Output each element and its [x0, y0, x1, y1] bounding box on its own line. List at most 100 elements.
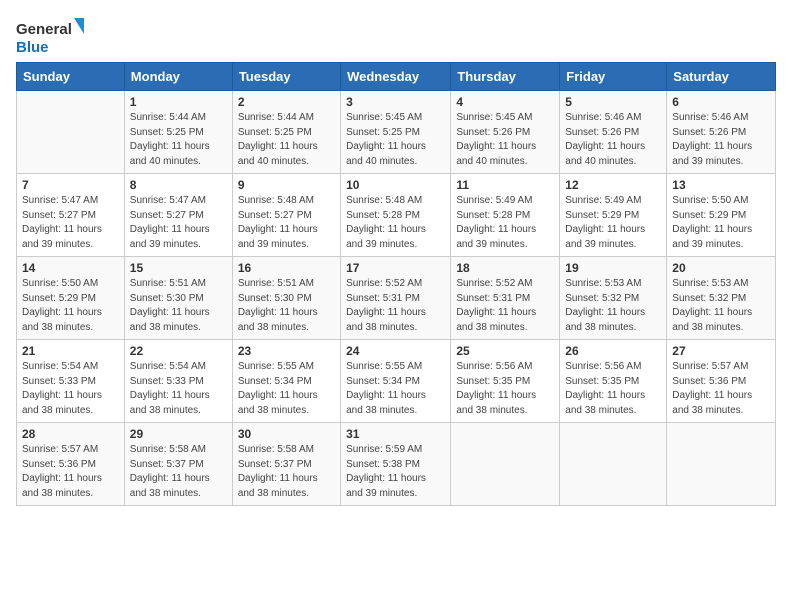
logo: General Blue [16, 16, 86, 58]
header-friday: Friday [560, 63, 667, 91]
calendar-week-1: 1 Sunrise: 5:44 AM Sunset: 5:25 PM Daylig… [17, 91, 776, 174]
day-info: Sunrise: 5:50 AM Sunset: 5:29 PM Dayligh… [22, 277, 119, 335]
svg-text:General: General [16, 21, 72, 38]
day-info: Sunrise: 5:59 AM Sunset: 5:38 PM Dayligh… [346, 443, 445, 501]
day-number: 31 [346, 427, 445, 441]
day-number: 13 [672, 178, 770, 192]
page-header: General Blue [16, 16, 776, 58]
day-info: Sunrise: 5:45 AM Sunset: 5:26 PM Dayligh… [456, 111, 554, 169]
calendar-cell: 7Sunrise: 5:47 AM Sunset: 5:27 PM Daylig… [17, 174, 125, 257]
day-number: 17 [346, 261, 445, 275]
day-info: Sunrise: 5:48 AM Sunset: 5:27 PM Dayligh… [238, 194, 335, 252]
calendar-cell: 10 Sunrise: 5:48 AM Sunset: 5:28 PM Dayli… [341, 174, 451, 257]
day-number: 29 [130, 427, 227, 441]
day-info: Sunrise: 5:57 AM Sunset: 5:36 PM Dayligh… [22, 443, 119, 501]
day-number: 25 [456, 344, 554, 358]
day-number: 11 [456, 178, 554, 192]
day-number: 18 [456, 261, 554, 275]
day-number: 16 [238, 261, 335, 275]
calendar-header-row: SundayMondayTuesdayWednesdayThursdayFrid… [17, 63, 776, 91]
svg-text:Blue: Blue [16, 39, 49, 56]
calendar-cell: 1 Sunrise: 5:44 AM Sunset: 5:25 PM Daylig… [124, 91, 232, 174]
calendar-cell: 22 Sunrise: 5:54 AM Sunset: 5:33 PM Dayli… [124, 340, 232, 423]
day-info: Sunrise: 5:46 AM Sunset: 5:26 PM Dayligh… [565, 111, 661, 169]
day-info: Sunrise: 5:58 AM Sunset: 5:37 PM Dayligh… [130, 443, 227, 501]
day-info: Sunrise: 5:49 AM Sunset: 5:28 PM Dayligh… [456, 194, 554, 252]
day-number: 27 [672, 344, 770, 358]
header-saturday: Saturday [667, 63, 776, 91]
day-number: 24 [346, 344, 445, 358]
day-info: Sunrise: 5:52 AM Sunset: 5:31 PM Dayligh… [346, 277, 445, 335]
day-number: 14 [22, 261, 119, 275]
calendar-table: SundayMondayTuesdayWednesdayThursdayFrid… [16, 62, 776, 506]
header-sunday: Sunday [17, 63, 125, 91]
logo-svg: General Blue [16, 16, 86, 58]
header-thursday: Thursday [451, 63, 560, 91]
day-number: 21 [22, 344, 119, 358]
calendar-cell: 31 Sunrise: 5:59 AM Sunset: 5:38 PM Dayli… [341, 423, 451, 506]
day-info: Sunrise: 5:56 AM Sunset: 5:35 PM Dayligh… [456, 360, 554, 418]
day-info: Sunrise: 5:46 AM Sunset: 5:26 PM Dayligh… [672, 111, 770, 169]
calendar-week-3: 14 Sunrise: 5:50 AM Sunset: 5:29 PM Dayli… [17, 257, 776, 340]
calendar-cell: 24Sunrise: 5:55 AM Sunset: 5:34 PM Dayli… [341, 340, 451, 423]
header-tuesday: Tuesday [232, 63, 340, 91]
day-info: Sunrise: 5:55 AM Sunset: 5:34 PM Dayligh… [238, 360, 335, 418]
calendar-cell: 6 Sunrise: 5:46 AM Sunset: 5:26 PM Daylig… [667, 91, 776, 174]
calendar-cell: 4Sunrise: 5:45 AM Sunset: 5:26 PM Daylig… [451, 91, 560, 174]
day-number: 6 [672, 95, 770, 109]
calendar-cell: 25 Sunrise: 5:56 AM Sunset: 5:35 PM Dayli… [451, 340, 560, 423]
day-info: Sunrise: 5:54 AM Sunset: 5:33 PM Dayligh… [22, 360, 119, 418]
day-info: Sunrise: 5:50 AM Sunset: 5:29 PM Dayligh… [672, 194, 770, 252]
calendar-cell: 15Sunrise: 5:51 AM Sunset: 5:30 PM Dayli… [124, 257, 232, 340]
calendar-cell: 28 Sunrise: 5:57 AM Sunset: 5:36 PM Dayli… [17, 423, 125, 506]
day-info: Sunrise: 5:48 AM Sunset: 5:28 PM Dayligh… [346, 194, 445, 252]
day-info: Sunrise: 5:52 AM Sunset: 5:31 PM Dayligh… [456, 277, 554, 335]
calendar-week-4: 21 Sunrise: 5:54 AM Sunset: 5:33 PM Dayli… [17, 340, 776, 423]
day-number: 12 [565, 178, 661, 192]
day-info: Sunrise: 5:44 AM Sunset: 5:25 PM Dayligh… [130, 111, 227, 169]
day-info: Sunrise: 5:57 AM Sunset: 5:36 PM Dayligh… [672, 360, 770, 418]
day-number: 5 [565, 95, 661, 109]
day-info: Sunrise: 5:58 AM Sunset: 5:37 PM Dayligh… [238, 443, 335, 501]
day-info: Sunrise: 5:54 AM Sunset: 5:33 PM Dayligh… [130, 360, 227, 418]
day-info: Sunrise: 5:47 AM Sunset: 5:27 PM Dayligh… [22, 194, 119, 252]
calendar-week-5: 28 Sunrise: 5:57 AM Sunset: 5:36 PM Dayli… [17, 423, 776, 506]
day-number: 23 [238, 344, 335, 358]
day-number: 30 [238, 427, 335, 441]
calendar-cell: 11 Sunrise: 5:49 AM Sunset: 5:28 PM Dayli… [451, 174, 560, 257]
day-number: 9 [238, 178, 335, 192]
day-number: 2 [238, 95, 335, 109]
day-number: 3 [346, 95, 445, 109]
calendar-cell [17, 91, 125, 174]
calendar-cell: 16 Sunrise: 5:51 AM Sunset: 5:30 PM Dayli… [232, 257, 340, 340]
calendar-cell: 5 Sunrise: 5:46 AM Sunset: 5:26 PM Daylig… [560, 91, 667, 174]
calendar-cell [560, 423, 667, 506]
calendar-cell: 29 Sunrise: 5:58 AM Sunset: 5:37 PM Dayli… [124, 423, 232, 506]
calendar-cell: 2 Sunrise: 5:44 AM Sunset: 5:25 PM Daylig… [232, 91, 340, 174]
day-info: Sunrise: 5:51 AM Sunset: 5:30 PM Dayligh… [238, 277, 335, 335]
calendar-cell: 12Sunrise: 5:49 AM Sunset: 5:29 PM Dayli… [560, 174, 667, 257]
calendar-cell: 14 Sunrise: 5:50 AM Sunset: 5:29 PM Dayli… [17, 257, 125, 340]
day-info: Sunrise: 5:51 AM Sunset: 5:30 PM Dayligh… [130, 277, 227, 335]
header-wednesday: Wednesday [341, 63, 451, 91]
calendar-cell [667, 423, 776, 506]
day-number: 28 [22, 427, 119, 441]
day-number: 10 [346, 178, 445, 192]
calendar-cell: 17 Sunrise: 5:52 AM Sunset: 5:31 PM Dayli… [341, 257, 451, 340]
calendar-cell: 9 Sunrise: 5:48 AM Sunset: 5:27 PM Daylig… [232, 174, 340, 257]
day-info: Sunrise: 5:53 AM Sunset: 5:32 PM Dayligh… [565, 277, 661, 335]
day-info: Sunrise: 5:44 AM Sunset: 5:25 PM Dayligh… [238, 111, 335, 169]
calendar-cell: 23 Sunrise: 5:55 AM Sunset: 5:34 PM Dayli… [232, 340, 340, 423]
day-info: Sunrise: 5:53 AM Sunset: 5:32 PM Dayligh… [672, 277, 770, 335]
header-monday: Monday [124, 63, 232, 91]
day-number: 1 [130, 95, 227, 109]
day-info: Sunrise: 5:47 AM Sunset: 5:27 PM Dayligh… [130, 194, 227, 252]
calendar-week-2: 7Sunrise: 5:47 AM Sunset: 5:27 PM Daylig… [17, 174, 776, 257]
calendar-cell: 3Sunrise: 5:45 AM Sunset: 5:25 PM Daylig… [341, 91, 451, 174]
calendar-cell: 21 Sunrise: 5:54 AM Sunset: 5:33 PM Dayli… [17, 340, 125, 423]
day-number: 20 [672, 261, 770, 275]
day-number: 8 [130, 178, 227, 192]
day-info: Sunrise: 5:56 AM Sunset: 5:35 PM Dayligh… [565, 360, 661, 418]
day-number: 26 [565, 344, 661, 358]
day-number: 22 [130, 344, 227, 358]
